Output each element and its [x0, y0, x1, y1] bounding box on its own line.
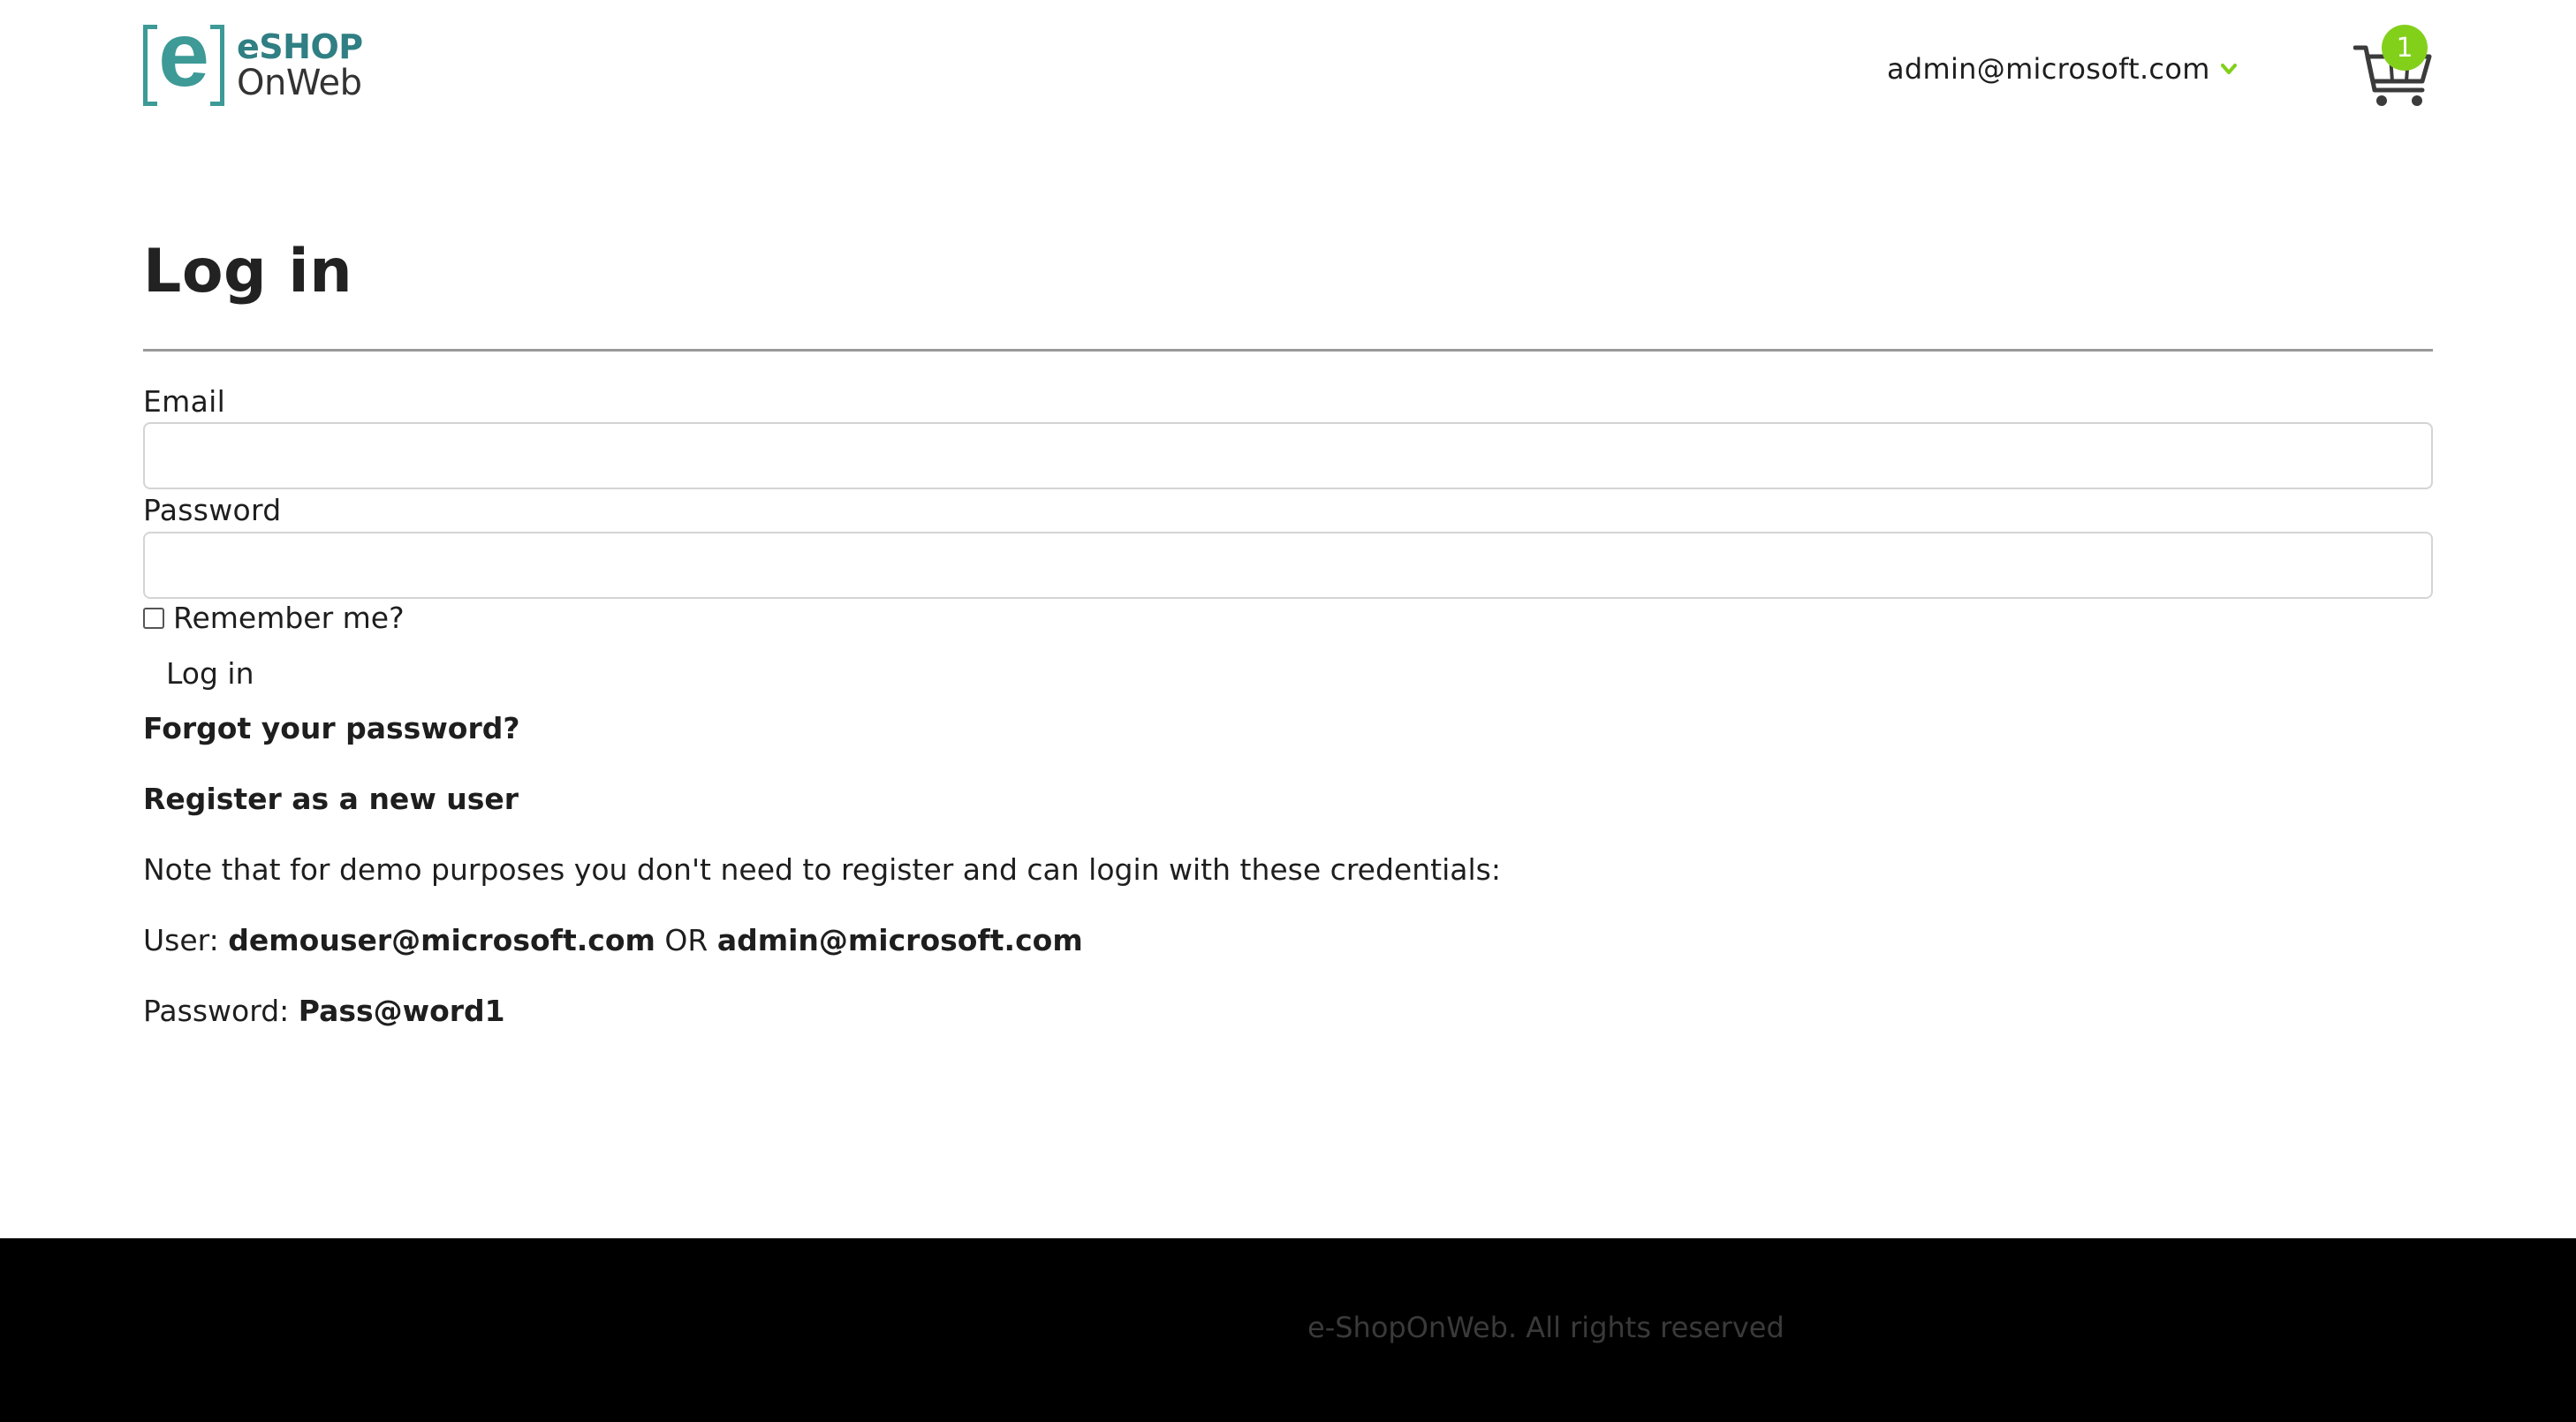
login-button[interactable]: Log in [166, 656, 254, 691]
remember-me-checkbox[interactable] [143, 607, 164, 629]
password-field[interactable] [143, 532, 2433, 599]
title-divider [143, 349, 2433, 352]
demo-note-intro: Note that for demo purposes you don't ne… [143, 852, 1501, 887]
forgot-password-link[interactable]: Forgot your password? [143, 711, 520, 745]
demo-user-line: User: demouser@microsoft.com OR admin@mi… [143, 923, 1083, 957]
demo-user2: admin@microsoft.com [716, 923, 1083, 957]
eshop-logo-icon: e [143, 9, 224, 111]
site-header: e eSHOP OnWeb admin@microsoft.com 1 [0, 0, 2576, 132]
site-footer: e-ShopOnWeb. All rights reserved [0, 1238, 2576, 1422]
email-label: Email [143, 384, 226, 419]
cart-button[interactable]: 1 [2352, 23, 2435, 110]
page-title: Log in [143, 237, 353, 306]
demo-user1: demouser@microsoft.com [228, 923, 655, 957]
email-field[interactable] [143, 422, 2433, 489]
page: e eSHOP OnWeb admin@microsoft.com 1 Log … [0, 0, 2576, 1422]
logo-line2: OnWeb [237, 63, 362, 103]
register-link[interactable]: Register as a new user [143, 782, 519, 816]
demo-user-prefix: User: [143, 923, 219, 957]
logo-mark-letter: e [158, 4, 209, 106]
demo-password-prefix: Password: [143, 994, 290, 1028]
cart-count-badge: 1 [2382, 25, 2428, 71]
chevron-down-icon [2220, 64, 2237, 74]
demo-or: OR [664, 923, 708, 957]
demo-password-line: Password: Pass@word1 [143, 994, 505, 1028]
footer-copyright: e-ShopOnWeb. All rights reserved [1307, 1311, 1784, 1344]
logo-line1: eSHOP [237, 27, 363, 66]
remember-me-label[interactable]: Remember me? [173, 601, 405, 635]
user-menu-toggle[interactable]: admin@microsoft.com [1887, 49, 2239, 88]
logo-text: eSHOP OnWeb [237, 30, 363, 101]
eshop-logo[interactable]: e eSHOP OnWeb [143, 9, 373, 111]
user-email: admin@microsoft.com [1887, 52, 2210, 86]
remember-me-row: Remember me? [143, 601, 405, 635]
demo-password: Pass@word1 [298, 994, 505, 1028]
password-label: Password [143, 493, 282, 527]
